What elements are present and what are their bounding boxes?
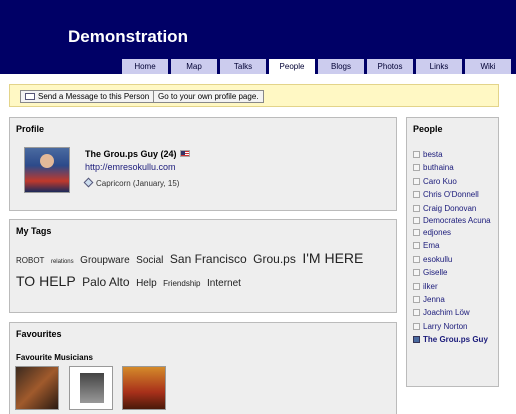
member-link[interactable]: esokullu — [423, 255, 452, 264]
user-icon — [413, 255, 420, 263]
list-item[interactable]: ilker — [413, 280, 491, 293]
own-profile-button[interactable]: Go to your own profile page. — [153, 90, 264, 103]
list-item[interactable]: buthaina — [413, 161, 491, 174]
us-flag-icon — [179, 150, 190, 157]
mail-icon — [25, 93, 35, 100]
user-icon — [413, 296, 420, 304]
list-item[interactable]: Larry Norton — [413, 320, 491, 333]
album-cover[interactable] — [15, 366, 59, 410]
profile-zodiac: Capricorn (January, 15) — [83, 177, 180, 188]
user-icon — [413, 242, 420, 250]
people-heading: People — [413, 124, 443, 134]
user-icon — [413, 204, 420, 212]
list-item[interactable]: Craig Donovan — [413, 202, 491, 215]
site-title[interactable]: Demonstration — [68, 27, 188, 47]
tab-wiki[interactable]: Wiki — [464, 58, 512, 74]
profile-name-text: The Grou.ps Guy (24) — [85, 149, 177, 159]
tags-panel: My Tags ROBOT relations Groupware Social… — [9, 219, 397, 313]
favourites-heading: Favourites — [16, 329, 62, 339]
site-header: Demonstration Home Map Talks People Blog… — [0, 0, 516, 74]
profile-panel: Profile The Grou.ps Guy (24) http://emre… — [9, 117, 397, 211]
member-link[interactable]: edjones — [423, 228, 451, 237]
tab-links[interactable]: Links — [415, 58, 463, 74]
people-panel: People besta buthaina Caro Kuo Chris O'D… — [406, 117, 499, 387]
member-link[interactable]: Ema — [423, 241, 439, 250]
member-link[interactable]: Jenna — [423, 295, 445, 304]
member-link[interactable]: Caro Kuo — [423, 177, 457, 186]
member-link[interactable]: Joachim Löw — [423, 308, 470, 317]
member-link[interactable]: ilker — [423, 282, 438, 291]
profile-heading: Profile — [16, 124, 45, 134]
tag-link[interactable]: Palo Alto — [82, 275, 129, 289]
people-list: besta buthaina Caro Kuo Chris O'Donnell … — [413, 148, 491, 345]
member-link[interactable]: besta — [423, 150, 443, 159]
user-icon — [413, 151, 420, 158]
profile-website-link[interactable]: http://emresokullu.com — [85, 162, 176, 172]
list-item[interactable]: Jenna — [413, 293, 491, 306]
member-link[interactable]: Chris O'Donnell — [423, 190, 479, 199]
user-icon — [413, 229, 420, 237]
tag-link[interactable]: Internet — [207, 278, 241, 289]
user-icon — [413, 269, 420, 277]
list-item[interactable]: Caro Kuo — [413, 175, 491, 188]
tag-cloud: ROBOT relations Groupware Social San Fra… — [16, 249, 366, 293]
favourite-musicians-heading: Favourite Musicians — [16, 353, 93, 362]
main-nav: Home Map Talks People Blogs Photos Links… — [121, 58, 513, 74]
favourites-panel: Favourites Favourite Musicians — [9, 322, 397, 414]
list-item[interactable]: edjones — [413, 226, 491, 239]
user-icon — [413, 282, 420, 290]
tag-link[interactable]: ROBOT — [16, 256, 44, 265]
member-link[interactable]: Larry Norton — [423, 322, 467, 331]
avatar[interactable] — [24, 147, 70, 193]
tag-link[interactable]: Social — [136, 255, 163, 266]
member-link[interactable]: The Grou.ps Guy — [423, 335, 488, 344]
member-link[interactable]: buthaina — [423, 163, 454, 172]
list-item[interactable]: Democrates Acuna — [413, 215, 491, 226]
list-item-current-user[interactable]: The Grou.ps Guy — [413, 335, 491, 345]
list-item[interactable]: esokullu — [413, 253, 491, 266]
tag-link[interactable]: Friendship — [163, 279, 200, 288]
user-icon — [413, 309, 420, 317]
user-icon — [413, 322, 420, 330]
user-icon — [413, 164, 420, 172]
tab-people[interactable]: People — [268, 58, 316, 74]
user-avatar-icon — [413, 336, 420, 344]
member-link[interactable]: Democrates Acuna — [423, 216, 491, 225]
list-item[interactable]: Joachim Löw — [413, 306, 491, 319]
member-link[interactable]: Giselle — [423, 268, 447, 277]
tag-link[interactable]: relations — [51, 259, 74, 265]
list-item[interactable]: Ema — [413, 239, 491, 252]
tab-talks[interactable]: Talks — [219, 58, 267, 74]
tab-photos[interactable]: Photos — [366, 58, 414, 74]
list-item[interactable]: Giselle — [413, 266, 491, 279]
zodiac-icon — [83, 177, 94, 188]
profile-zodiac-text: Capricorn (January, 15) — [96, 179, 180, 188]
album-cover[interactable] — [69, 366, 113, 410]
tab-map[interactable]: Map — [170, 58, 218, 74]
list-item[interactable]: Chris O'Donnell — [413, 188, 491, 201]
tag-link[interactable]: San Francisco — [170, 252, 247, 266]
profile-name: The Grou.ps Guy (24) — [85, 149, 190, 159]
tab-blogs[interactable]: Blogs — [317, 58, 365, 74]
user-icon — [413, 191, 420, 199]
tag-link[interactable]: Help — [136, 278, 157, 289]
send-message-button[interactable]: Send a Message to this Person — [20, 90, 155, 103]
action-bar: Send a Message to this Person Go to your… — [9, 84, 499, 107]
tags-heading: My Tags — [16, 226, 52, 236]
album-cover[interactable] — [122, 366, 166, 410]
tag-link[interactable]: Groupware — [80, 255, 129, 266]
tag-link[interactable]: Grou.ps — [253, 252, 296, 266]
tab-home[interactable]: Home — [121, 58, 169, 74]
send-message-label: Send a Message to this Person — [38, 92, 150, 101]
user-icon — [413, 217, 420, 225]
member-link[interactable]: Craig Donovan — [423, 204, 476, 213]
list-item[interactable]: besta — [413, 148, 491, 161]
user-icon — [413, 177, 420, 185]
